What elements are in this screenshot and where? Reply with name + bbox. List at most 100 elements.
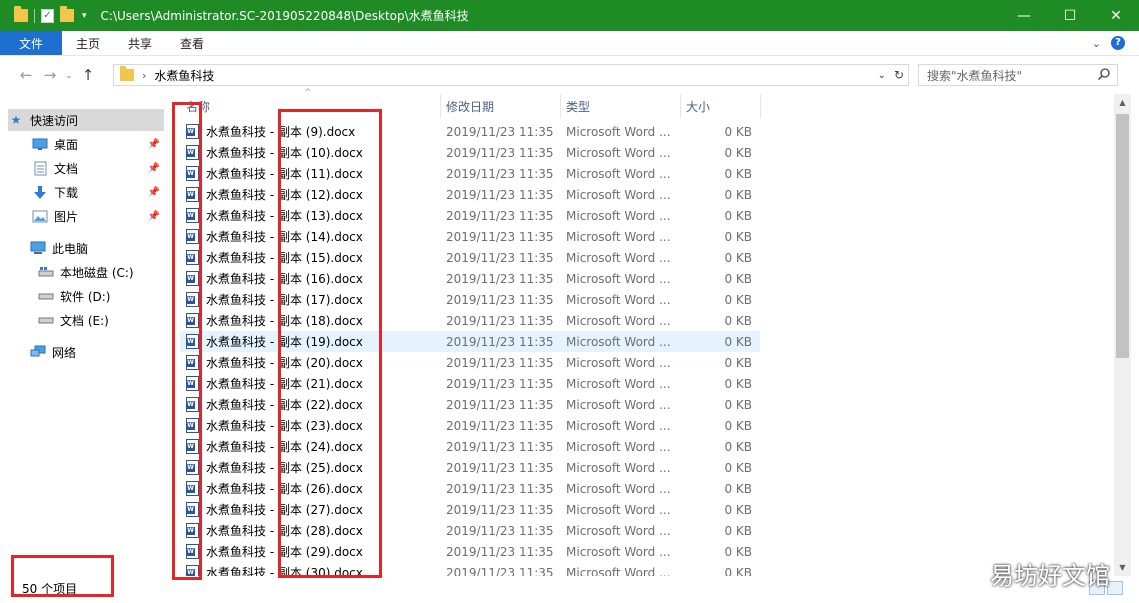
file-size: 0 KB xyxy=(724,334,752,349)
table-row[interactable]: 水煮鱼科技 - 副本 (10).docx2019/11/23 11:35Micr… xyxy=(180,142,760,163)
file-size: 0 KB xyxy=(724,523,752,538)
up-arrow-icon[interactable]: ↑ xyxy=(76,66,100,84)
address-dropdown-icon[interactable]: ⌄ xyxy=(878,70,886,81)
breadcrumb-current[interactable]: 水煮鱼科技 xyxy=(154,67,214,84)
scroll-up-icon[interactable]: ▲ xyxy=(1114,94,1131,111)
table-row[interactable]: 水煮鱼科技 - 副本 (25).docx2019/11/23 11:35Micr… xyxy=(180,457,760,478)
nav-label: 本地磁盘 (C:) xyxy=(60,265,134,280)
file-size: 0 KB xyxy=(724,187,752,202)
tab-home[interactable]: 主页 xyxy=(62,31,114,55)
table-row[interactable]: 水煮鱼科技 - 副本 (15).docx2019/11/23 11:35Micr… xyxy=(180,247,760,268)
file-date: 2019/11/23 11:35 xyxy=(446,166,554,181)
drive-icon xyxy=(38,289,54,303)
pictures-icon xyxy=(32,209,48,223)
file-type: Microsoft Word ... xyxy=(566,250,671,265)
nav-local-disk-c[interactable]: 本地磁盘 (C:) xyxy=(38,261,164,283)
file-size: 0 KB xyxy=(724,250,752,265)
table-row[interactable]: 水煮鱼科技 - 副本 (19).docx2019/11/23 11:35Micr… xyxy=(180,331,760,352)
file-type: Microsoft Word ... xyxy=(566,187,671,202)
back-arrow-icon[interactable]: ← xyxy=(14,66,38,84)
file-date: 2019/11/23 11:35 xyxy=(446,481,554,496)
quick-access-toolbar: ✓ ▾ xyxy=(0,6,87,23)
close-button[interactable]: ✕ xyxy=(1093,0,1139,31)
scroll-down-icon[interactable]: ▼ xyxy=(1114,559,1131,576)
tab-view[interactable]: 查看 xyxy=(166,31,218,55)
address-bar[interactable]: › 水煮鱼科技 ⌄ ↻ xyxy=(113,64,909,86)
search-icon[interactable] xyxy=(1097,67,1111,81)
file-type: Microsoft Word ... xyxy=(566,208,671,223)
file-date: 2019/11/23 11:35 xyxy=(446,523,554,538)
table-row[interactable]: 水煮鱼科技 - 副本 (24).docx2019/11/23 11:35Micr… xyxy=(180,436,760,457)
file-type: Microsoft Word ... xyxy=(566,124,671,139)
nav-drive-e[interactable]: 文档 (E:) xyxy=(38,309,164,331)
nav-label: 下载 xyxy=(54,185,79,200)
column-divider[interactable] xyxy=(680,94,681,118)
pin-icon[interactable]: 📌 xyxy=(148,163,160,174)
table-row[interactable]: 水煮鱼科技 - 副本 (13).docx2019/11/23 11:35Micr… xyxy=(180,205,760,226)
table-row[interactable]: 水煮鱼科技 - 副本 (21).docx2019/11/23 11:35Micr… xyxy=(180,373,760,394)
search-input[interactable]: 搜索"水煮鱼科技" xyxy=(918,64,1118,86)
pin-icon[interactable]: 📌 xyxy=(148,211,160,222)
file-date: 2019/11/23 11:35 xyxy=(446,229,554,244)
file-size: 0 KB xyxy=(724,397,752,412)
customize-toolbar-chevron-icon[interactable]: ▾ xyxy=(82,11,87,21)
breadcrumb-separator-icon[interactable]: › xyxy=(142,69,146,82)
annotation-box-count xyxy=(11,555,114,597)
table-row[interactable]: 水煮鱼科技 - 副本 (23).docx2019/11/23 11:35Micr… xyxy=(180,415,760,436)
table-row[interactable]: 水煮鱼科技 - 副本 (17).docx2019/11/23 11:35Micr… xyxy=(180,289,760,310)
file-date: 2019/11/23 11:35 xyxy=(446,208,554,223)
file-type: Microsoft Word ... xyxy=(566,460,671,475)
pin-icon[interactable]: 📌 xyxy=(148,139,160,150)
maximize-button[interactable]: ☐ xyxy=(1047,0,1093,31)
column-divider[interactable] xyxy=(440,94,441,118)
nav-this-pc[interactable]: 此电脑 xyxy=(30,237,164,259)
nav-documents[interactable]: 文档 📌 xyxy=(32,157,164,179)
file-date: 2019/11/23 11:35 xyxy=(446,250,554,265)
file-type: Microsoft Word ... xyxy=(566,292,671,307)
table-row[interactable]: 水煮鱼科技 - 副本 (16).docx2019/11/23 11:35Micr… xyxy=(180,268,760,289)
column-header-date[interactable]: 修改日期 xyxy=(446,94,494,118)
column-divider[interactable] xyxy=(760,94,761,118)
table-row[interactable]: 水煮鱼科技 - 副本 (26).docx2019/11/23 11:35Micr… xyxy=(180,478,760,499)
tab-file[interactable]: 文件 xyxy=(0,31,62,55)
vertical-scrollbar[interactable]: ▲ ▼ xyxy=(1114,94,1131,576)
properties-icon[interactable]: ✓ xyxy=(41,8,54,23)
nav-network[interactable]: 网络 xyxy=(30,341,164,363)
table-row[interactable]: 水煮鱼科技 - 副本 (12).docx2019/11/23 11:35Micr… xyxy=(180,184,760,205)
minimize-button[interactable]: — xyxy=(1001,0,1047,31)
help-icon[interactable]: ? xyxy=(1111,36,1125,50)
scroll-thumb[interactable] xyxy=(1116,114,1129,358)
nav-pictures[interactable]: 图片 📌 xyxy=(32,205,164,227)
nav-label: 图片 xyxy=(54,209,79,224)
column-divider[interactable] xyxy=(560,94,561,118)
table-row[interactable]: 水煮鱼科技 - 副本 (18).docx2019/11/23 11:35Micr… xyxy=(180,310,760,331)
file-list: 水煮鱼科技 - 副本 (9).docx2019/11/23 11:35Micro… xyxy=(180,121,760,576)
nav-downloads[interactable]: 下载 📌 xyxy=(32,181,164,203)
nav-quick-access[interactable]: ★ 快速访问 xyxy=(8,109,164,131)
title-bar: ✓ ▾ C:\Users\Administrator.SC-2019052208… xyxy=(0,0,1139,31)
file-type: Microsoft Word ... xyxy=(566,418,671,433)
nav-desktop[interactable]: 桌面 📌 xyxy=(32,133,164,155)
column-header-type[interactable]: 类型 xyxy=(566,94,590,118)
table-row[interactable]: 水煮鱼科技 - 副本 (22).docx2019/11/23 11:35Micr… xyxy=(180,394,760,415)
forward-arrow-icon[interactable]: → xyxy=(38,66,62,84)
table-row[interactable]: 水煮鱼科技 - 副本 (27).docx2019/11/23 11:35Micr… xyxy=(180,499,760,520)
table-row[interactable]: 水煮鱼科技 - 副本 (14).docx2019/11/23 11:35Micr… xyxy=(180,226,760,247)
new-folder-icon[interactable] xyxy=(60,6,74,22)
toolbar-divider xyxy=(34,8,35,23)
expand-ribbon-chevron-icon[interactable]: ⌄ xyxy=(1092,37,1101,50)
table-row[interactable]: 水煮鱼科技 - 副本 (29).docx2019/11/23 11:35Micr… xyxy=(180,541,760,562)
file-date: 2019/11/23 11:35 xyxy=(446,124,554,139)
tab-share[interactable]: 共享 xyxy=(114,31,166,55)
table-row[interactable]: 水煮鱼科技 - 副本 (20).docx2019/11/23 11:35Micr… xyxy=(180,352,760,373)
file-date: 2019/11/23 11:35 xyxy=(446,355,554,370)
column-header-size[interactable]: 大小 xyxy=(686,94,710,118)
refresh-icon[interactable]: ↻ xyxy=(894,68,904,82)
nav-drive-d[interactable]: 软件 (D:) xyxy=(38,285,164,307)
pin-icon[interactable]: 📌 xyxy=(148,187,160,198)
table-row[interactable]: 水煮鱼科技 - 副本 (11).docx2019/11/23 11:35Micr… xyxy=(180,163,760,184)
table-row[interactable]: 水煮鱼科技 - 副本 (28).docx2019/11/23 11:35Micr… xyxy=(180,520,760,541)
table-row[interactable]: 水煮鱼科技 - 副本 (9).docx2019/11/23 11:35Micro… xyxy=(180,121,760,142)
recent-locations-chevron-icon[interactable]: ⌄ xyxy=(62,71,76,80)
table-row[interactable]: 水煮鱼科技 - 副本 (30).docx2019/11/23 11:35Micr… xyxy=(180,562,760,576)
